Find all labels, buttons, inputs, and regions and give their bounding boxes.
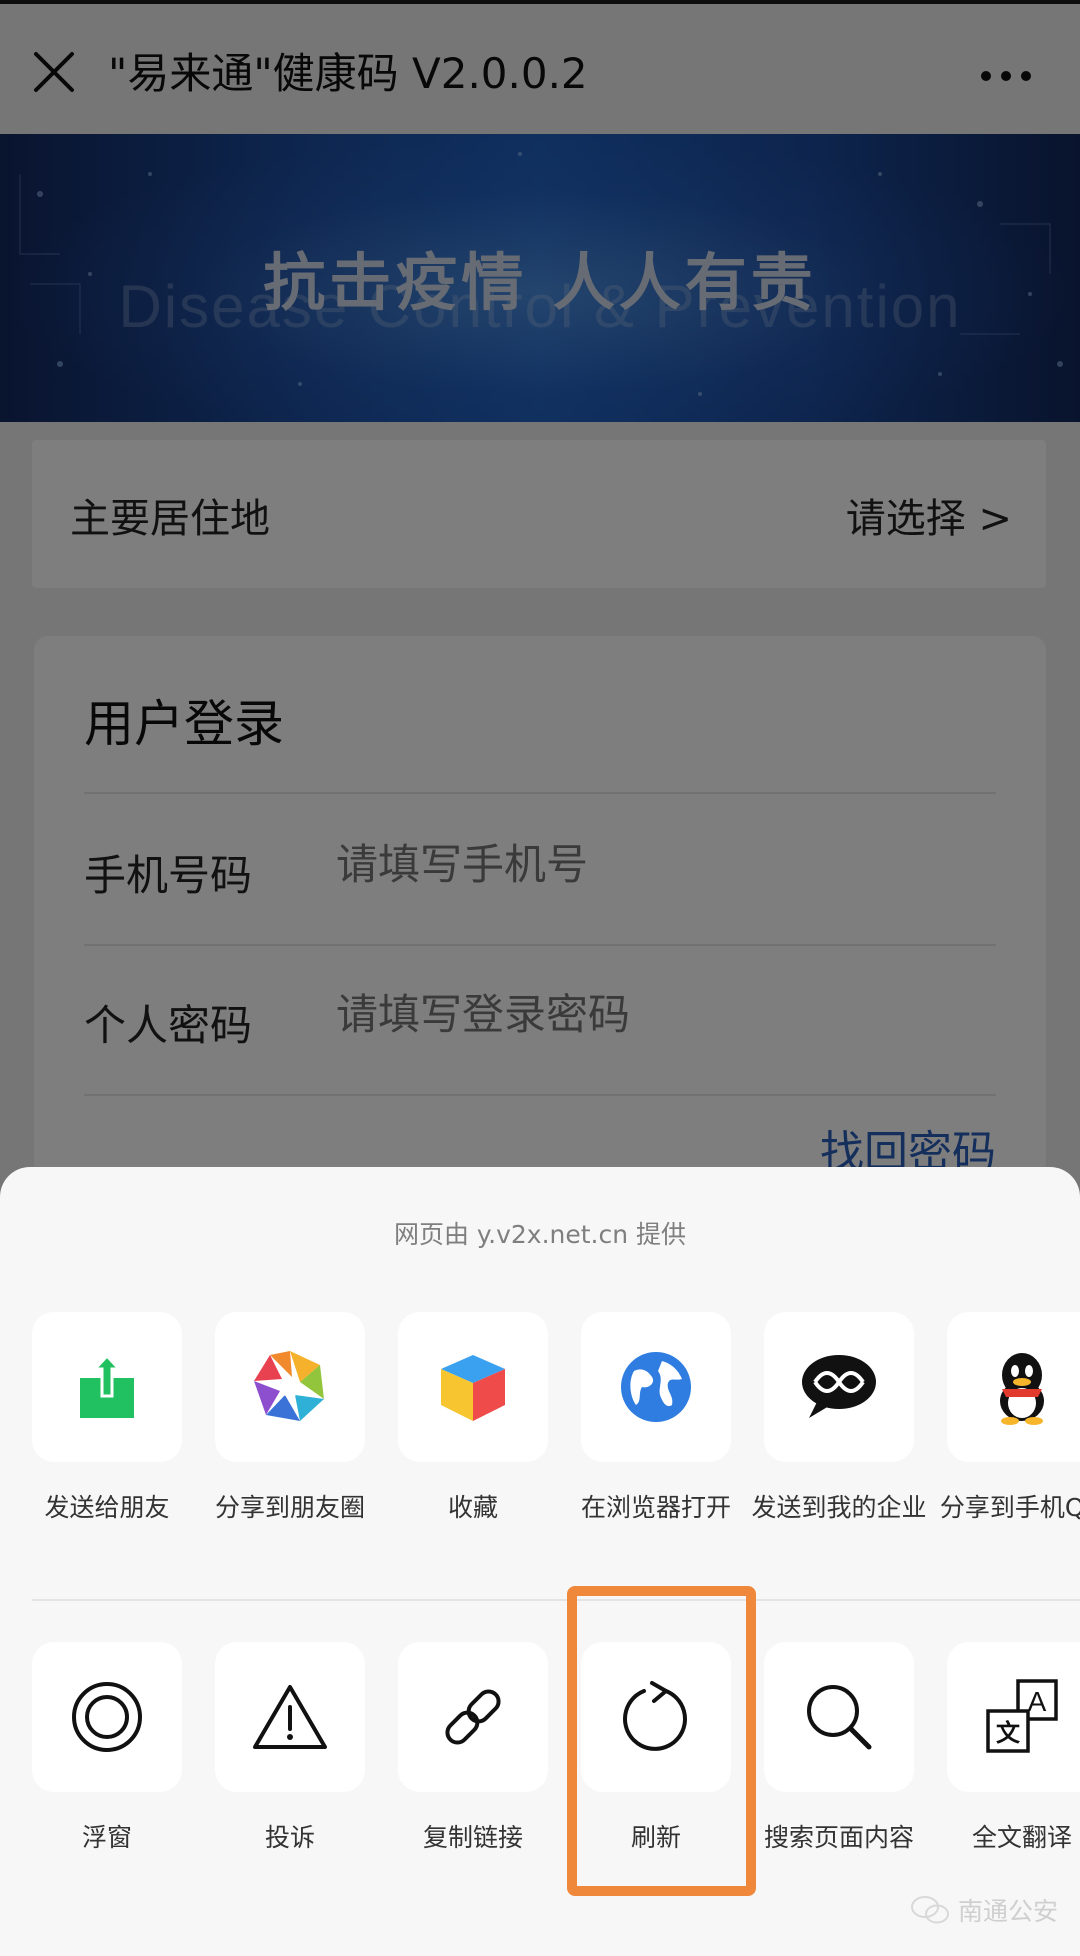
tile (581, 1312, 731, 1462)
browser-globe-icon (621, 1352, 691, 1422)
search-page-button[interactable]: 搜索页面内容 (754, 1642, 924, 1912)
svg-text:文: 文 (996, 1719, 1021, 1747)
row-divider (32, 1599, 1080, 1601)
watermark-text: 南通公安 (957, 1897, 1058, 1926)
send-to-enterprise-button[interactable]: 发送到我的企业 (751, 1312, 927, 1582)
search-icon (807, 1685, 872, 1750)
tile (32, 1312, 182, 1462)
favorite-button[interactable]: 收藏 (388, 1312, 558, 1582)
floating-window-button[interactable]: 浮窗 (22, 1642, 192, 1912)
send-to-friend-button[interactable]: 发送给朋友 (22, 1312, 192, 1582)
share-row: 发送给朋友 分享到朋友圈 收藏 在浏览器打开 发送到我的企业 分享到手机Q (0, 1312, 1080, 1582)
qq-penguin-icon (1000, 1353, 1044, 1425)
tile (398, 1312, 548, 1462)
favorite-cube-icon (441, 1355, 505, 1421)
warning-triangle-icon (253, 1685, 327, 1749)
tools-row: 浮窗 投诉 复制链接 刷新 搜索页面内容 A 文 全文翻译 (0, 1642, 1080, 1912)
open-in-browser-button[interactable]: 在浏览器打开 (571, 1312, 741, 1582)
action-label: 发送到我的企业 (751, 1493, 927, 1522)
tile (764, 1312, 914, 1462)
wechat-icon (910, 1896, 949, 1924)
translate-icon: A 文 (986, 1679, 1058, 1753)
action-label: 全文翻译 (971, 1823, 1072, 1852)
floating-window-icon (72, 1682, 142, 1752)
copy-link-button[interactable]: 复制链接 (388, 1642, 558, 1912)
watermark: 南通公安 (910, 1892, 1058, 1928)
complain-button[interactable]: 投诉 (205, 1642, 375, 1912)
action-label: 搜索页面内容 (763, 1823, 914, 1852)
action-label: 浮窗 (81, 1823, 132, 1852)
provider-text: 网页由 y.v2x.net.cn 提供 (393, 1220, 687, 1249)
action-label: 投诉 (264, 1823, 315, 1852)
send-to-friend-icon (80, 1353, 134, 1418)
action-label: 复制链接 (422, 1823, 523, 1852)
share-sheet: 网页由 y.v2x.net.cn 提供 发送给朋友 分享到朋友圈 收藏 在浏览器… (0, 1167, 1080, 1956)
moments-icon (254, 1351, 324, 1421)
link-icon (445, 1689, 501, 1745)
tile (215, 1312, 365, 1462)
share-qq-button[interactable]: 分享到手机QQ (937, 1312, 1080, 1582)
action-label: 在浏览器打开 (580, 1493, 731, 1522)
tile (215, 1642, 365, 1792)
wecom-icon (802, 1355, 876, 1418)
translate-button[interactable]: A 文 全文翻译 (937, 1642, 1080, 1912)
refresh-highlight-box (567, 1586, 756, 1896)
tile (32, 1642, 182, 1792)
action-label: 收藏 (447, 1493, 498, 1522)
action-label: 发送给朋友 (44, 1493, 170, 1522)
share-moments-button[interactable]: 分享到朋友圈 (205, 1312, 375, 1582)
action-label: 分享到手机QQ (939, 1493, 1080, 1522)
tile: A 文 (947, 1642, 1080, 1792)
action-label: 分享到朋友圈 (214, 1493, 365, 1522)
svg-text:A: A (1028, 1686, 1047, 1717)
tile (947, 1312, 1080, 1462)
tile (764, 1642, 914, 1792)
tile (398, 1642, 548, 1792)
